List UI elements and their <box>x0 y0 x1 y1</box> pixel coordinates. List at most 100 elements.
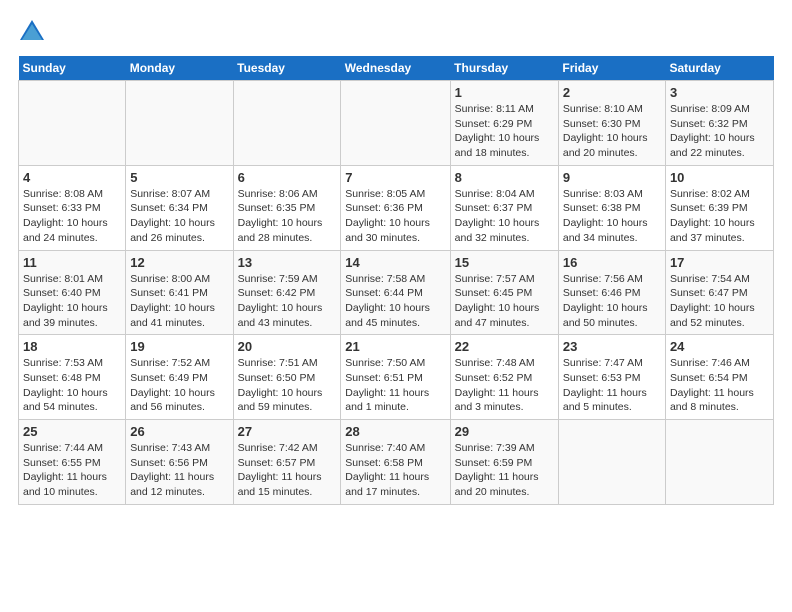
calendar-cell <box>558 420 665 505</box>
week-row-2: 4 Sunrise: 8:08 AMSunset: 6:33 PMDaylight… <box>19 165 774 250</box>
day-number: 8 <box>455 170 554 185</box>
day-number: 5 <box>130 170 228 185</box>
calendar-cell: 9Sunrise: 8:03 AMSunset: 6:38 PMDaylight… <box>558 165 665 250</box>
calendar-cell <box>19 81 126 166</box>
day-info: Sunrise: 7:58 AMSunset: 6:44 PMDaylight:… <box>345 272 445 331</box>
day-info: Sunrise: 8:01 AMSunset: 6:40 PMDaylight:… <box>23 272 121 331</box>
day-header-friday: Friday <box>558 56 665 81</box>
calendar-cell: 7Sunrise: 8:05 AMSunset: 6:36 PMDaylight… <box>341 165 450 250</box>
day-header-wednesday: Wednesday <box>341 56 450 81</box>
week-row-5: 25Sunrise: 7:44 AMSunset: 6:55 PMDayligh… <box>19 420 774 505</box>
calendar-cell: 22 Sunrise: 7:48 AMSunset: 6:52 PMDayligh… <box>450 335 558 420</box>
day-info: Sunrise: 7:47 AMSunset: 6:53 PMDaylight:… <box>563 356 661 415</box>
calendar-cell: 10 Sunrise: 8:02 AMSunset: 6:39 PMDayligh… <box>665 165 773 250</box>
calendar-cell <box>233 81 341 166</box>
day-info: Sunrise: 7:43 AMSunset: 6:56 PMDaylight:… <box>130 441 228 500</box>
day-info: Sunrise: 7:51 AMSunset: 6:50 PMDaylight:… <box>238 356 337 415</box>
day-info: Sunrise: 8:11 AMSunset: 6:29 PMDaylight:… <box>455 102 554 161</box>
day-header-tuesday: Tuesday <box>233 56 341 81</box>
day-info: Sunrise: 7:50 AMSunset: 6:51 PMDaylight:… <box>345 356 445 415</box>
day-number: 27 <box>238 424 337 439</box>
day-number: 1 <box>455 85 554 100</box>
calendar-cell <box>665 420 773 505</box>
day-number: 6 <box>238 170 337 185</box>
calendar-cell: 13 Sunrise: 7:59 AMSunset: 6:42 PMDayligh… <box>233 250 341 335</box>
calendar-cell: 24 Sunrise: 7:46 AMSunset: 6:54 PMDayligh… <box>665 335 773 420</box>
logo-icon <box>18 18 46 46</box>
calendar-cell: 14 Sunrise: 7:58 AMSunset: 6:44 PMDayligh… <box>341 250 450 335</box>
day-number: 15 <box>455 255 554 270</box>
day-header-sunday: Sunday <box>19 56 126 81</box>
day-info: Sunrise: 7:40 AMSunset: 6:58 PMDaylight:… <box>345 441 445 500</box>
day-info: Sunrise: 7:39 AMSunset: 6:59 PMDaylight:… <box>455 441 554 500</box>
calendar-cell: 18 Sunrise: 7:53 AMSunset: 6:48 PMDayligh… <box>19 335 126 420</box>
week-row-3: 11 Sunrise: 8:01 AMSunset: 6:40 PMDayligh… <box>19 250 774 335</box>
day-number: 2 <box>563 85 661 100</box>
day-info: Sunrise: 8:10 AMSunset: 6:30 PMDaylight:… <box>563 102 661 161</box>
day-number: 11 <box>23 255 121 270</box>
day-number: 25 <box>23 424 121 439</box>
calendar-cell: 16 Sunrise: 7:56 AMSunset: 6:46 PMDayligh… <box>558 250 665 335</box>
day-header-monday: Monday <box>126 56 233 81</box>
calendar-cell: 29 Sunrise: 7:39 AMSunset: 6:59 PMDayligh… <box>450 420 558 505</box>
calendar-cell: 1 Sunrise: 8:11 AMSunset: 6:29 PMDaylight… <box>450 81 558 166</box>
calendar-cell: 6Sunrise: 8:06 AMSunset: 6:35 PMDaylight… <box>233 165 341 250</box>
calendar-cell: 20Sunrise: 7:51 AMSunset: 6:50 PMDayligh… <box>233 335 341 420</box>
calendar-cell: 15 Sunrise: 7:57 AMSunset: 6:45 PMDayligh… <box>450 250 558 335</box>
day-info: Sunrise: 8:00 AMSunset: 6:41 PMDaylight:… <box>130 272 228 331</box>
day-number: 23 <box>563 339 661 354</box>
calendar-cell: 4 Sunrise: 8:08 AMSunset: 6:33 PMDaylight… <box>19 165 126 250</box>
day-info: Sunrise: 8:08 AMSunset: 6:33 PMDaylight:… <box>23 187 121 246</box>
day-info: Sunrise: 7:52 AMSunset: 6:49 PMDaylight:… <box>130 356 228 415</box>
day-number: 14 <box>345 255 445 270</box>
calendar-cell <box>341 81 450 166</box>
day-info: Sunrise: 7:59 AMSunset: 6:42 PMDaylight:… <box>238 272 337 331</box>
day-number: 18 <box>23 339 121 354</box>
day-number: 22 <box>455 339 554 354</box>
calendar-cell: 17 Sunrise: 7:54 AMSunset: 6:47 PMDayligh… <box>665 250 773 335</box>
day-number: 13 <box>238 255 337 270</box>
day-info: Sunrise: 7:42 AMSunset: 6:57 PMDaylight:… <box>238 441 337 500</box>
day-number: 7 <box>345 170 445 185</box>
calendar-cell: 2 Sunrise: 8:10 AMSunset: 6:30 PMDaylight… <box>558 81 665 166</box>
day-info: Sunrise: 8:07 AMSunset: 6:34 PMDaylight:… <box>130 187 228 246</box>
calendar-cell: 3 Sunrise: 8:09 AMSunset: 6:32 PMDaylight… <box>665 81 773 166</box>
day-info: Sunrise: 7:53 AMSunset: 6:48 PMDaylight:… <box>23 356 121 415</box>
header <box>18 18 774 46</box>
calendar-cell <box>126 81 233 166</box>
day-info: Sunrise: 8:04 AMSunset: 6:37 PMDaylight:… <box>455 187 554 246</box>
calendar-cell: 25Sunrise: 7:44 AMSunset: 6:55 PMDayligh… <box>19 420 126 505</box>
day-number: 16 <box>563 255 661 270</box>
day-header-saturday: Saturday <box>665 56 773 81</box>
calendar-cell: 12 Sunrise: 8:00 AMSunset: 6:41 PMDayligh… <box>126 250 233 335</box>
day-number: 17 <box>670 255 769 270</box>
day-number: 3 <box>670 85 769 100</box>
day-info: Sunrise: 7:56 AMSunset: 6:46 PMDaylight:… <box>563 272 661 331</box>
calendar-cell: 19 Sunrise: 7:52 AMSunset: 6:49 PMDayligh… <box>126 335 233 420</box>
page: SundayMondayTuesdayWednesdayThursdayFrid… <box>0 0 792 515</box>
day-header-thursday: Thursday <box>450 56 558 81</box>
calendar-table: SundayMondayTuesdayWednesdayThursdayFrid… <box>18 56 774 505</box>
day-number: 29 <box>455 424 554 439</box>
day-number: 21 <box>345 339 445 354</box>
day-info: Sunrise: 7:54 AMSunset: 6:47 PMDaylight:… <box>670 272 769 331</box>
day-number: 28 <box>345 424 445 439</box>
day-number: 4 <box>23 170 121 185</box>
logo <box>18 18 48 46</box>
day-info: Sunrise: 7:46 AMSunset: 6:54 PMDaylight:… <box>670 356 769 415</box>
calendar-cell: 27 Sunrise: 7:42 AMSunset: 6:57 PMDayligh… <box>233 420 341 505</box>
calendar-cell: 28 Sunrise: 7:40 AMSunset: 6:58 PMDayligh… <box>341 420 450 505</box>
calendar-cell: 8 Sunrise: 8:04 AMSunset: 6:37 PMDaylight… <box>450 165 558 250</box>
day-number: 24 <box>670 339 769 354</box>
week-row-4: 18 Sunrise: 7:53 AMSunset: 6:48 PMDayligh… <box>19 335 774 420</box>
day-number: 12 <box>130 255 228 270</box>
calendar-cell: 11 Sunrise: 8:01 AMSunset: 6:40 PMDayligh… <box>19 250 126 335</box>
day-info: Sunrise: 7:48 AMSunset: 6:52 PMDaylight:… <box>455 356 554 415</box>
day-number: 19 <box>130 339 228 354</box>
calendar-cell: 23 Sunrise: 7:47 AMSunset: 6:53 PMDayligh… <box>558 335 665 420</box>
day-info: Sunrise: 8:02 AMSunset: 6:39 PMDaylight:… <box>670 187 769 246</box>
day-info: Sunrise: 8:09 AMSunset: 6:32 PMDaylight:… <box>670 102 769 161</box>
day-info: Sunrise: 7:57 AMSunset: 6:45 PMDaylight:… <box>455 272 554 331</box>
day-number: 9 <box>563 170 661 185</box>
day-number: 10 <box>670 170 769 185</box>
